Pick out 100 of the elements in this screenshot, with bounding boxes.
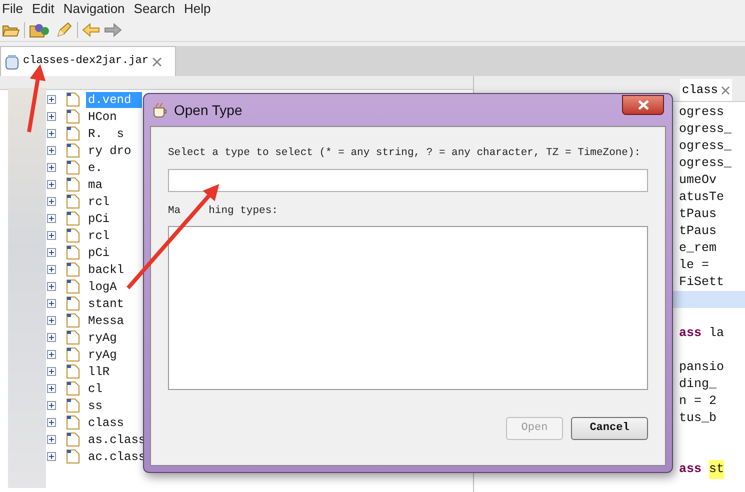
tree-item[interactable]: e. [86,160,104,176]
code-text: ogress_ [679,155,732,172]
code-text: la [708,325,724,342]
code-keyword: ass [679,325,702,342]
class-file-icon [66,313,80,328]
label-text: hing types: [208,204,278,219]
class-file-icon [66,364,80,379]
tree-item[interactable]: ryAg [86,346,119,362]
dialog-button[interactable]: Cancel [571,416,648,440]
tree-item[interactable]: ryAg [86,330,119,346]
expand-icon[interactable] [47,435,56,444]
tree-item[interactable]: logA [86,278,119,294]
expand-icon[interactable] [47,180,56,189]
type-search-field[interactable] [168,168,648,192]
class-file-icon [66,449,80,464]
class-file-icon [66,432,80,447]
expand-icon[interactable] [47,248,56,257]
forward-arrow-icon[interactable] [104,22,122,36]
code-text: umeOv [679,172,717,190]
expand-icon[interactable] [47,316,56,325]
code-text: ogress [679,104,724,122]
class-file-icon [66,92,80,107]
highlighted-code: st [709,460,724,479]
tree-item[interactable]: R. s [86,126,126,142]
expand-icon[interactable] [47,112,56,121]
tree-item[interactable]: ss [86,398,104,414]
back-arrow-icon[interactable] [82,22,100,36]
code-text: n = 2 [679,393,717,410]
menu-item[interactable]: File [2,0,23,19]
code-text: e_rem [679,240,717,258]
expand-icon[interactable] [47,350,56,359]
class-file-icon [66,296,80,311]
menu-item[interactable]: Navigation [63,0,125,19]
prompt-text: Select a type to select (* = any string, ? = any character, TZ = TimeZone): [168,146,642,161]
code-tab[interactable]: class [680,79,732,101]
class-file-icon [66,211,80,226]
menu-item[interactable]: Search [134,0,175,19]
tree-item[interactable]: rcl [86,194,112,210]
tree-item[interactable]: ma [86,176,104,192]
jar-icon [5,54,19,70]
code-text: pansio [679,359,724,376]
expand-icon[interactable] [47,214,56,223]
menu-item[interactable]: Edit [32,0,54,19]
close-icon[interactable] [721,86,730,94]
file-tab[interactable]: classes-dex2jar.jar [0,46,176,76]
tree-item[interactable]: pCi [86,210,112,226]
class-file-icon [66,279,80,294]
expand-icon[interactable] [47,129,56,138]
expand-icon[interactable] [47,197,56,206]
tree-item[interactable]: llR [86,364,112,380]
expand-icon[interactable] [47,367,56,376]
expand-icon[interactable] [47,452,56,461]
expand-icon[interactable] [47,333,56,342]
expand-icon[interactable] [47,146,56,155]
tab-label: classes-dex2jar.jar [23,54,148,70]
class-file-icon [66,262,80,277]
menu-item[interactable]: Help [184,0,211,19]
close-button[interactable] [622,95,664,115]
class-file-icon [66,126,80,141]
code-text: tus_b [679,410,717,428]
code-text: tPaus [679,206,717,224]
pencil-icon[interactable] [55,20,73,38]
tree-item[interactable]: stant [86,296,126,312]
tree-item[interactable]: class [86,414,126,430]
expand-icon[interactable] [47,401,56,410]
dialog-title: Open Type [174,100,242,120]
tree-item[interactable]: rcl [86,228,112,244]
class-file-icon [66,109,80,124]
class-file-icon [66,415,80,430]
tree-item[interactable]: pCi [86,244,112,260]
expand-icon[interactable] [47,418,56,427]
tree-item[interactable]: HCon [86,108,119,124]
tree-item[interactable]: Messa [86,312,126,328]
tree-item[interactable]: backl [86,262,126,278]
expand-icon[interactable] [47,384,56,393]
open-folder-icon[interactable] [2,22,20,36]
code-text: le = [679,257,710,274]
tree-item[interactable]: ry dro [86,142,134,158]
annotation-arrow [27,64,46,132]
expand-icon[interactable] [47,282,56,291]
code-text: ogress_ [679,138,732,156]
expand-icon[interactable] [47,265,56,274]
class-file-icon [66,398,80,413]
class-file-icon [66,381,80,396]
close-icon[interactable] [152,56,162,66]
code-text: FiSett [679,274,724,292]
class-file-icon [66,160,80,175]
expand-icon[interactable] [47,299,56,308]
expand-icon[interactable] [47,95,56,104]
tree-item[interactable]: cl [86,380,104,396]
expand-icon[interactable] [47,163,56,172]
expand-icon[interactable] [47,231,56,240]
open-type-icon[interactable] [29,22,51,38]
label-text: Ma [168,204,181,219]
code-text: atusTe [679,189,724,206]
close-icon [638,100,648,110]
code-keyword: ass [679,461,703,478]
coffee-cup-icon [152,102,168,118]
class-file-icon [66,194,80,209]
code-text: ding_ [679,376,717,394]
